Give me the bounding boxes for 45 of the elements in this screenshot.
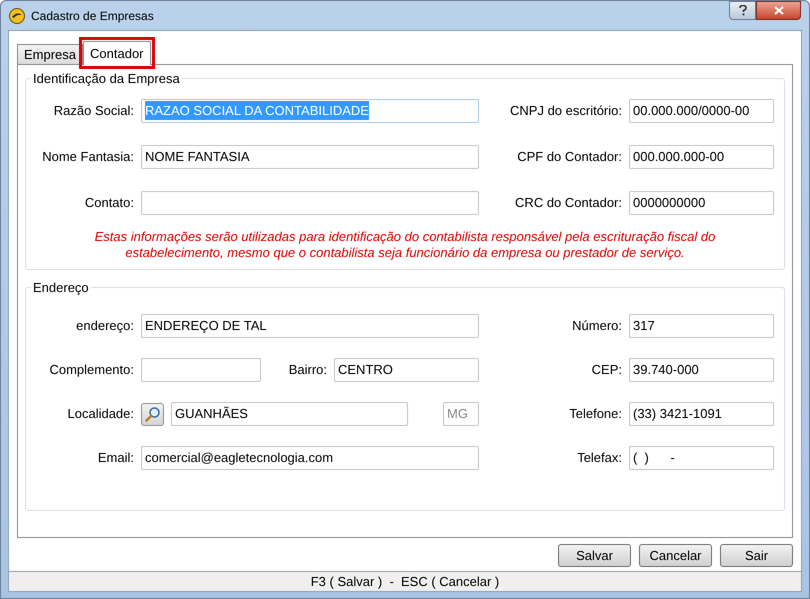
action-button[interactable]: Cancelar (639, 544, 712, 567)
text-field[interactable]: ( ) - (629, 446, 774, 470)
close-button[interactable] (756, 1, 801, 20)
text-field[interactable]: (33) 3421-1091 (629, 402, 774, 426)
field-label: Complemento: (48, 361, 134, 380)
field-label: Telefax: (577, 449, 622, 468)
text-field[interactable]: 000.000.000-00 (629, 144, 774, 168)
field-label: endereço: (75, 317, 134, 336)
text-field[interactable]: GUANHÃES (171, 402, 408, 426)
search-button[interactable] (141, 402, 164, 426)
field-label: Localidade: (66, 405, 134, 424)
text-field[interactable]: 39.740-000 (629, 358, 774, 382)
text-field[interactable] (141, 190, 479, 214)
window-title: Cadastro de Empresas (31, 8, 154, 24)
status-bar: F3 ( Salvar ) - ESC ( Cancelar ) (9, 571, 801, 591)
field-label: Email: (96, 449, 134, 468)
tab[interactable]: Empresa (17, 44, 84, 64)
magnifier-icon (144, 406, 160, 422)
group-title: Endereço (32, 278, 90, 297)
help-icon (738, 5, 746, 16)
text-field[interactable]: 0000000000 (629, 190, 774, 214)
field-label: Telefone: (569, 405, 622, 424)
field-label: CEP: (592, 361, 622, 380)
info-note: Estas informações serão utilizadas para identificação do contabilista responsável pela escrituração fiscal do estabelecimento, mesmo que o contabilista seja funcionário da empresa ou prestador de serviço. (94, 228, 716, 260)
field-label: CNPJ do escritório: (510, 102, 622, 120)
text-field[interactable]: comercial@eagletecnologia.com (141, 446, 479, 470)
text-field[interactable]: NOME FANTASIA (141, 144, 479, 168)
field-label: CPF do Contador: (517, 148, 622, 166)
field-label: Bairro: (288, 361, 327, 380)
text-field[interactable]: 00.000.000/0000-00 (629, 98, 774, 122)
action-button[interactable]: Sair (720, 544, 793, 567)
field-label: CRC do Contador: (515, 194, 622, 212)
text-field[interactable]: CENTRO (334, 358, 479, 382)
field-label: Razão Social: (52, 102, 134, 120)
text-field[interactable]: ENDEREÇO DE TAL (141, 314, 479, 338)
text-field[interactable]: 317 (629, 314, 774, 338)
field-label: Nome Fantasia: (41, 148, 134, 166)
app-logo-icon (9, 8, 25, 24)
close-icon (774, 6, 784, 15)
field-label: Contato: (84, 194, 134, 212)
text-field[interactable] (141, 358, 261, 382)
group-title: Identificação da Empresa (32, 70, 181, 88)
field-label: Número: (572, 317, 622, 336)
action-button[interactable]: Salvar (558, 544, 631, 567)
help-button[interactable] (729, 1, 756, 20)
